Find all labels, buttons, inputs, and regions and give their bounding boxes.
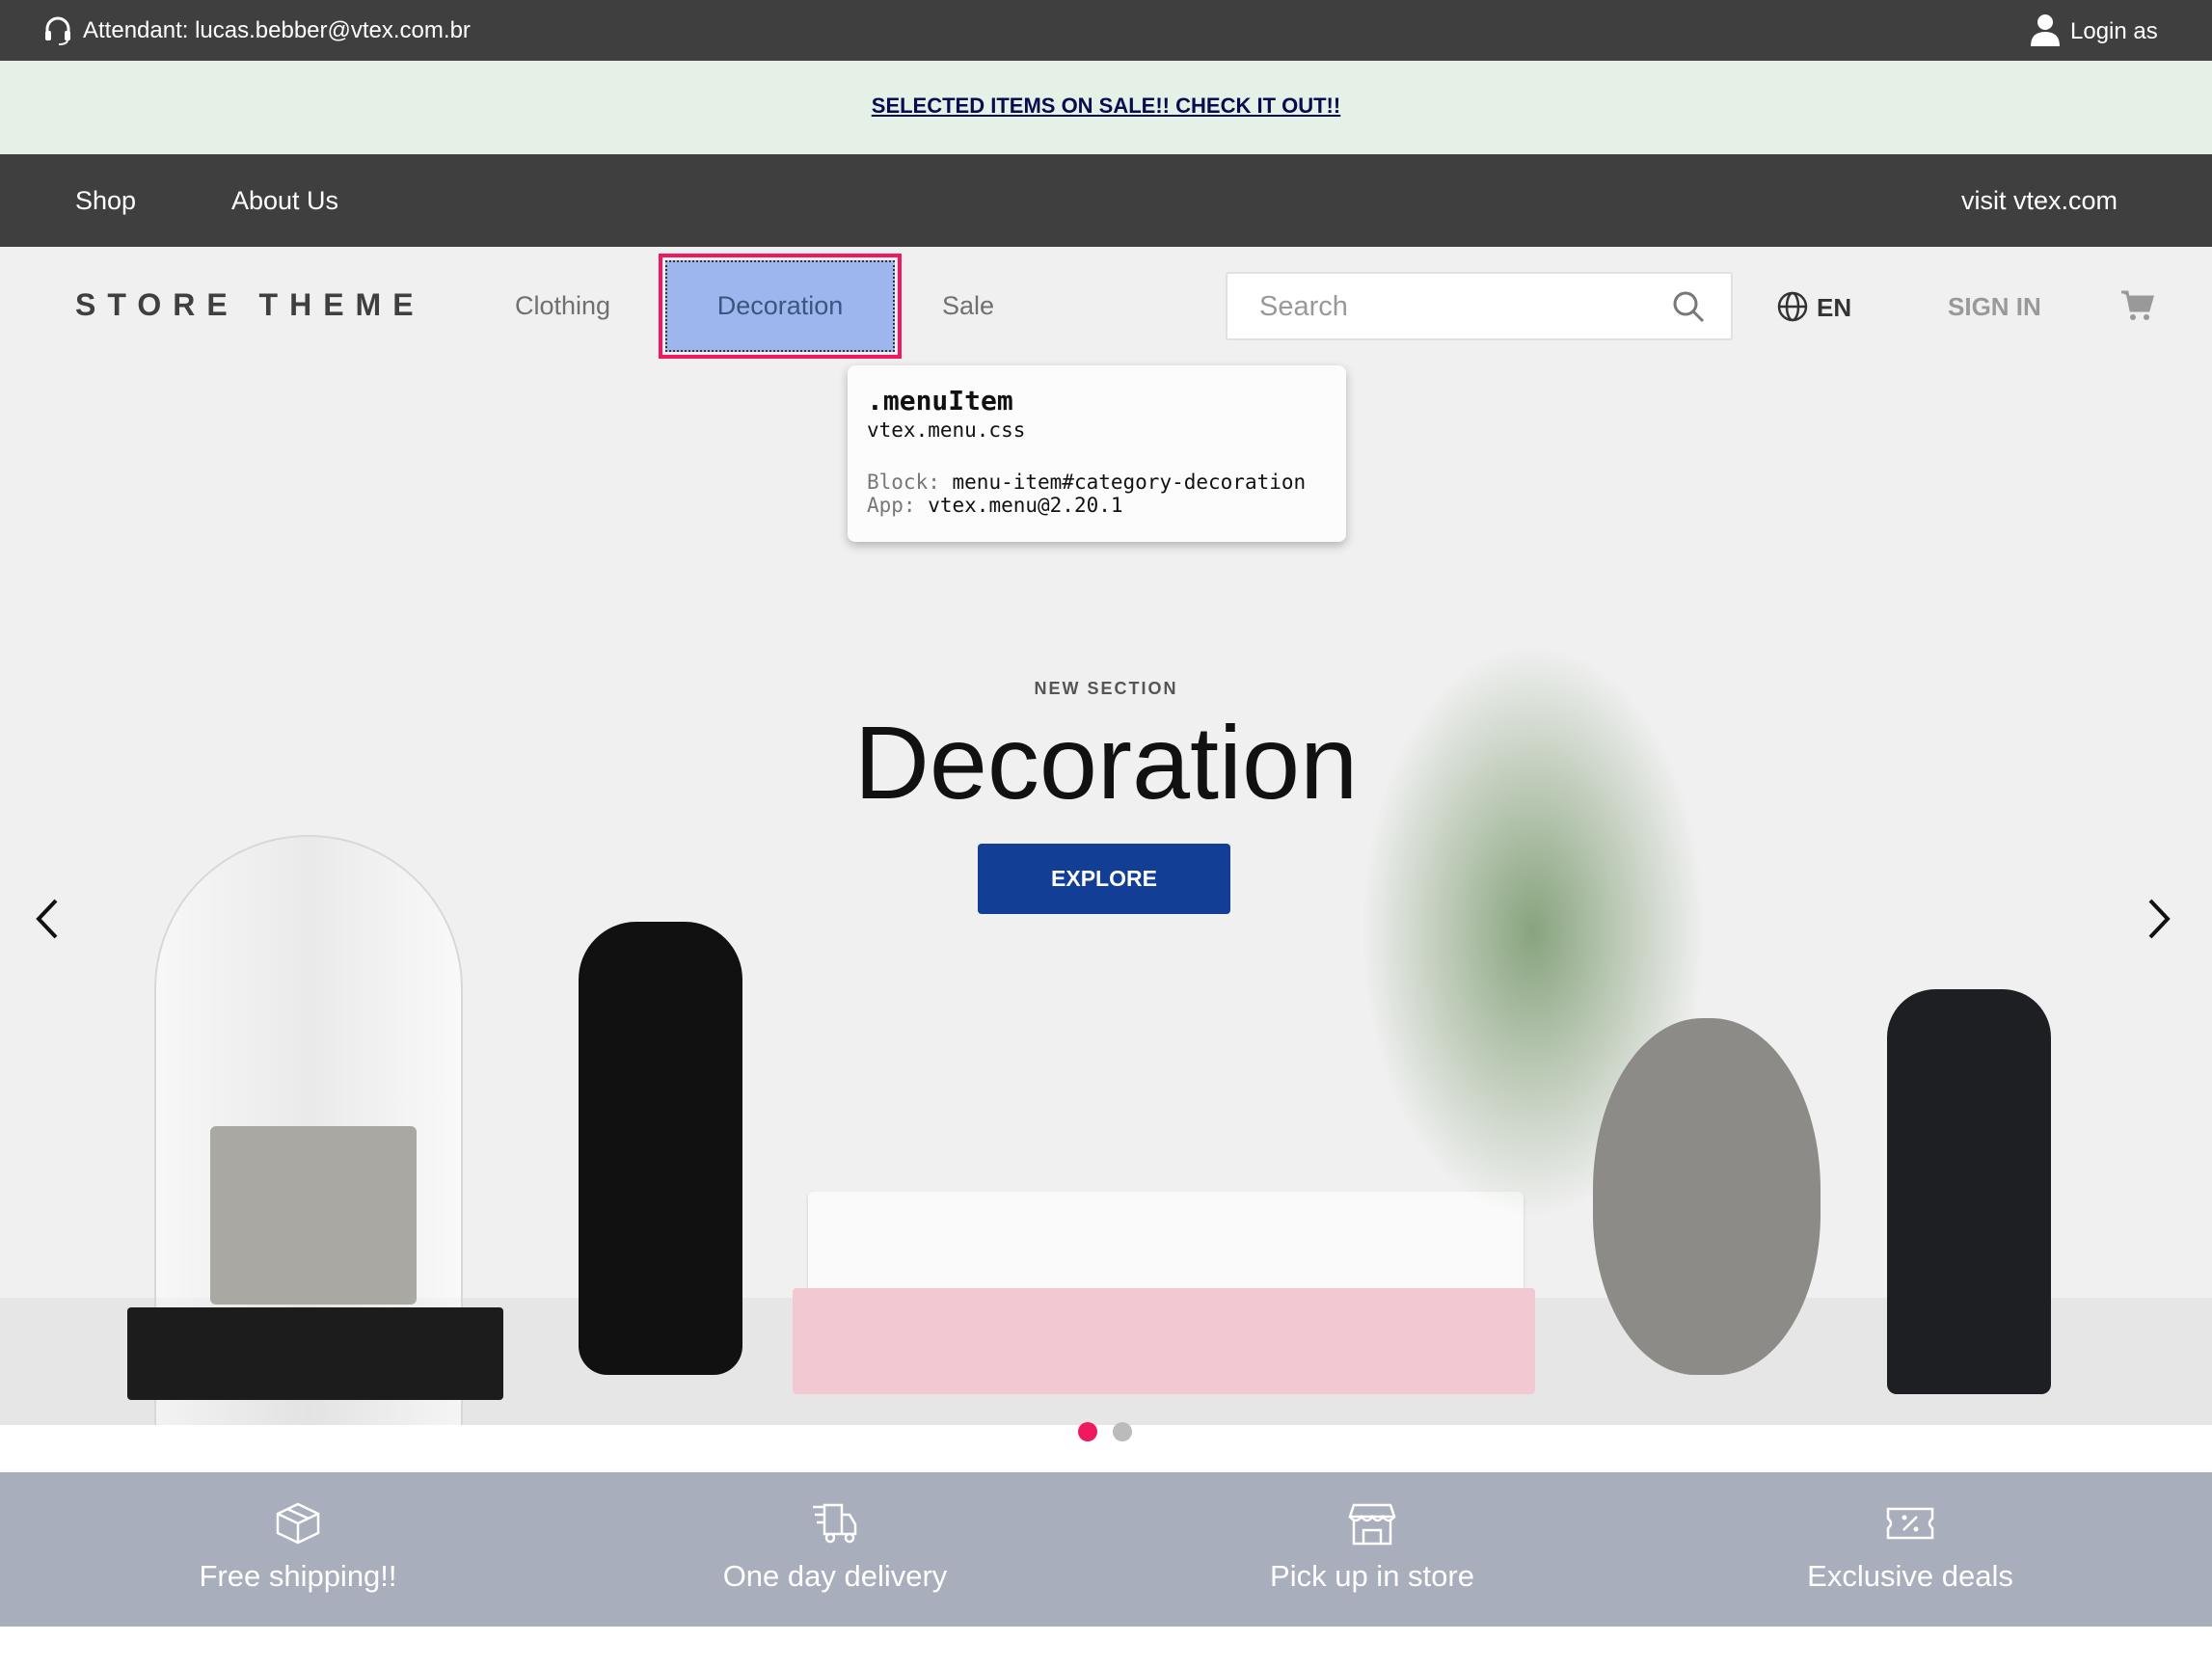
login-as-label: Login as (2070, 18, 2158, 44)
carousel-dot-2[interactable] (1113, 1422, 1132, 1441)
box-icon (276, 1502, 320, 1545)
search-input[interactable]: Search (1226, 272, 1733, 340)
feature-pick-up-in-store: Pick up in store (1131, 1472, 1613, 1627)
tooltip-file: vtex.menu.css (867, 418, 1026, 442)
explore-button[interactable]: EXPLORE (978, 844, 1230, 914)
delivery-truck-icon (813, 1503, 857, 1544)
globe-icon (1777, 291, 1808, 322)
search-icon[interactable] (1671, 289, 1706, 324)
black-bottle-image (1887, 989, 2051, 1394)
grey-vase-image (1593, 1018, 1821, 1375)
tooltip-class-name: .menuItem (867, 385, 1013, 417)
feature-exclusive-deals: Exclusive deals (1669, 1472, 2151, 1627)
hero-title: Decoration (853, 704, 1359, 821)
search-placeholder: Search (1259, 291, 1348, 322)
sign-in-button[interactable]: SIGN IN (1948, 292, 2041, 322)
store-logo[interactable]: STORE THEME (75, 287, 425, 323)
menu-item-decoration-label: Decoration (665, 260, 895, 352)
chevron-left-icon[interactable] (33, 897, 62, 941)
coupon-icon (1886, 1507, 1934, 1540)
attendant-label: Attendant: lucas.bebber@vtex.com.br (83, 17, 471, 43)
headset-icon (45, 16, 70, 45)
cart-icon[interactable] (2119, 289, 2154, 322)
css-handle-tooltip: .menuItem vtex.menu.css Block: menu-item… (848, 365, 1346, 542)
hand-sculpture-image (579, 922, 742, 1375)
nav-about-us[interactable]: About Us (231, 186, 338, 216)
menu-item-clothing[interactable]: Clothing (515, 291, 610, 321)
hero-eyebrow: NEW SECTION (1034, 679, 1178, 698)
feature-one-day-delivery: One day delivery (594, 1472, 1076, 1627)
promo-link[interactable]: SELECTED ITEMS ON SALE!! CHECK IT OUT!! (0, 94, 2212, 119)
store-icon (1348, 1503, 1396, 1546)
feature-label: Free shipping!! (199, 1559, 397, 1593)
top-navigation: Shop About Us visit vtex.com (0, 154, 2212, 247)
tooltip-app-label: App: (867, 494, 916, 517)
menu-item-decoration[interactable]: Decoration (659, 254, 902, 359)
nav-shop[interactable]: Shop (75, 186, 136, 216)
feature-free-shipping: Free shipping!! (57, 1472, 539, 1627)
feature-label: One day delivery (722, 1559, 948, 1593)
user-icon (2031, 14, 2060, 46)
attendant-bar: Attendant: lucas.bebber@vtex.com.br Logi… (0, 0, 2212, 61)
tooltip-app: vtex.menu@2.20.1 (928, 494, 1123, 517)
language-selector[interactable]: EN (1817, 293, 1851, 323)
feature-label: Pick up in store (1270, 1559, 1474, 1593)
promo-banner: SELECTED ITEMS ON SALE!! CHECK IT OUT!! (0, 61, 2212, 154)
tooltip-block: menu-item#category-decoration (952, 471, 1307, 494)
tooltip-block-label: Block: (867, 471, 940, 494)
nav-visit-vtex[interactable]: visit vtex.com (1961, 186, 2118, 216)
chevron-right-icon[interactable] (2145, 897, 2173, 941)
carousel-dot-1[interactable] (1078, 1422, 1097, 1441)
feature-label: Exclusive deals (1807, 1559, 2013, 1593)
features-bar: Free shipping!! One day delivery Pick up… (0, 1472, 2212, 1627)
menu-item-sale[interactable]: Sale (942, 291, 994, 321)
